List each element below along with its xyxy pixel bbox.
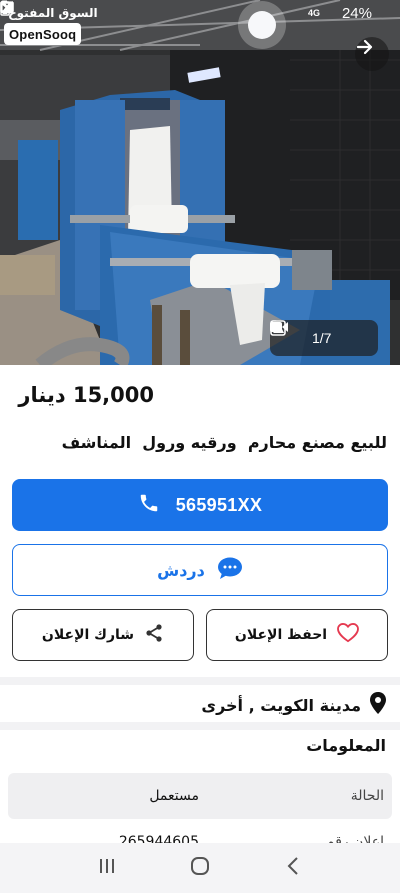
signal-icon bbox=[1, 1, 338, 20]
system-nav-bar bbox=[0, 843, 400, 893]
status-app-name: السوق المفتوح bbox=[8, 6, 98, 20]
listing-price: 15,000 دينار bbox=[18, 383, 154, 407]
status-left: السوق المفتوح bbox=[0, 0, 158, 20]
info-section-title: المعلومات bbox=[306, 736, 386, 755]
share-icon bbox=[144, 623, 164, 647]
chat-button-label: دردش bbox=[157, 560, 205, 580]
section-divider bbox=[0, 722, 400, 730]
opensooq-logo: OpenSooq bbox=[4, 23, 82, 45]
info-row-condition: الحالة مستعمل bbox=[8, 773, 392, 819]
mobile-data-icon bbox=[1, 1, 304, 20]
back-button[interactable] bbox=[273, 848, 313, 888]
chat-button[interactable]: دردش bbox=[12, 544, 388, 596]
next-image-button[interactable] bbox=[355, 37, 389, 71]
save-button-label: احفظ الإعلان bbox=[234, 627, 328, 643]
factory-machine-image bbox=[0, 0, 400, 365]
call-button[interactable]: 565951XX bbox=[12, 479, 388, 531]
home-button[interactable] bbox=[180, 848, 220, 888]
dot-icon bbox=[0, 0, 158, 20]
save-button[interactable]: احفظ الإعلان bbox=[206, 609, 388, 661]
recent-apps-button[interactable] bbox=[87, 848, 127, 888]
section-divider bbox=[0, 677, 400, 685]
phone-icon bbox=[138, 492, 160, 518]
recent-apps-icon bbox=[98, 857, 116, 879]
battery-percent: 24% bbox=[341, 4, 372, 22]
network-type: 4G bbox=[307, 8, 320, 18]
heart-icon bbox=[337, 622, 360, 647]
media-indicator[interactable]: 1/7 bbox=[270, 320, 378, 356]
call-button-label: 565951XX bbox=[175, 494, 263, 515]
location-row[interactable]: مدينة الكويت , أخرى bbox=[201, 692, 387, 718]
chat-bubbles-icon bbox=[217, 556, 243, 584]
battery-icon bbox=[0, 0, 390, 20]
chevron-left-icon bbox=[286, 856, 300, 880]
share-button-label: شارك الإعلان bbox=[41, 627, 135, 643]
status-right: 4G 24% bbox=[0, 0, 390, 22]
listing-title: للبيع مصنع محارم ورقيه ورول المناشف bbox=[61, 433, 387, 452]
info-value: مستعمل bbox=[149, 788, 199, 804]
info-key: الحالة bbox=[350, 788, 384, 804]
image-counter: 1/7 bbox=[312, 330, 332, 346]
location-text: مدينة الكويت , أخرى bbox=[201, 695, 361, 715]
share-button[interactable]: شارك الإعلان bbox=[12, 609, 194, 661]
location-pin-icon bbox=[369, 692, 387, 718]
listing-photo[interactable]: السوق المفتوح 4G 24% OpenSooq 1/7 bbox=[0, 0, 400, 365]
notification-icon bbox=[2, 1, 118, 20]
home-icon bbox=[190, 856, 210, 880]
logo-text: OpenSooq bbox=[9, 27, 77, 42]
message-icon bbox=[0, 2, 138, 20]
